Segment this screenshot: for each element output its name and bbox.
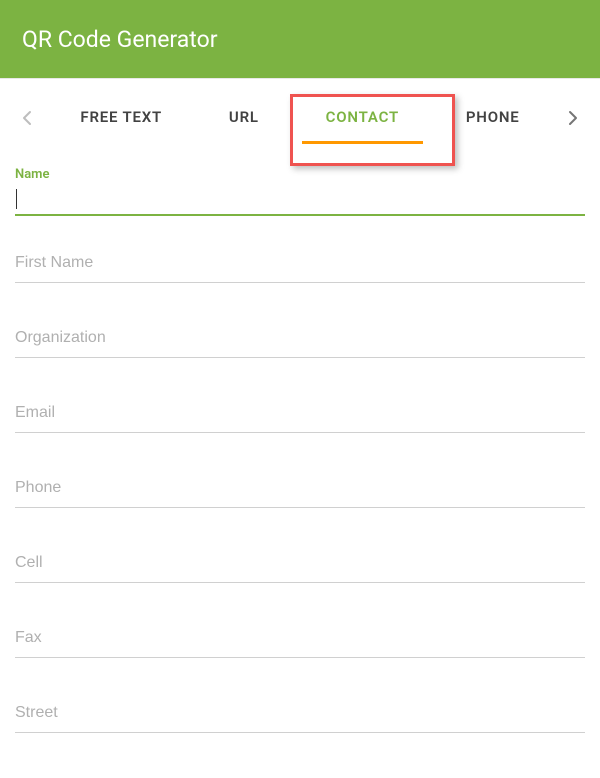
fax-input[interactable] (15, 621, 585, 658)
tab-url[interactable]: URL (223, 96, 265, 140)
chevron-left-icon[interactable] (15, 106, 39, 130)
cell-input[interactable] (15, 546, 585, 583)
tab-contact[interactable]: CONTACT (320, 96, 405, 140)
name-label: Name (15, 167, 585, 182)
field-email (15, 396, 585, 433)
field-street (15, 696, 585, 733)
tab-free-text[interactable]: FREE TEXT (74, 96, 168, 140)
chevron-right-icon[interactable] (561, 106, 585, 130)
field-organization (15, 321, 585, 358)
organization-input[interactable] (15, 321, 585, 358)
field-first-name (15, 246, 585, 283)
field-name: Name (15, 167, 585, 216)
name-input[interactable] (21, 190, 534, 207)
field-fax (15, 621, 585, 658)
tabs-row: FREE TEXT URL CONTACT PHONE (15, 79, 585, 149)
street-input[interactable] (15, 696, 585, 733)
content-area: FREE TEXT URL CONTACT PHONE Name (0, 78, 600, 778)
first-name-input[interactable] (15, 246, 585, 283)
phone-input[interactable] (15, 471, 585, 508)
app-header: QR Code Generator (0, 0, 600, 78)
field-cell (15, 546, 585, 583)
app-title: QR Code Generator (22, 26, 218, 53)
field-phone (15, 471, 585, 508)
tab-phone[interactable]: PHONE (460, 96, 526, 140)
tabs-container: FREE TEXT URL CONTACT PHONE (39, 87, 561, 149)
text-cursor (16, 189, 17, 209)
email-input[interactable] (15, 396, 585, 433)
contact-form: Name (15, 149, 585, 733)
